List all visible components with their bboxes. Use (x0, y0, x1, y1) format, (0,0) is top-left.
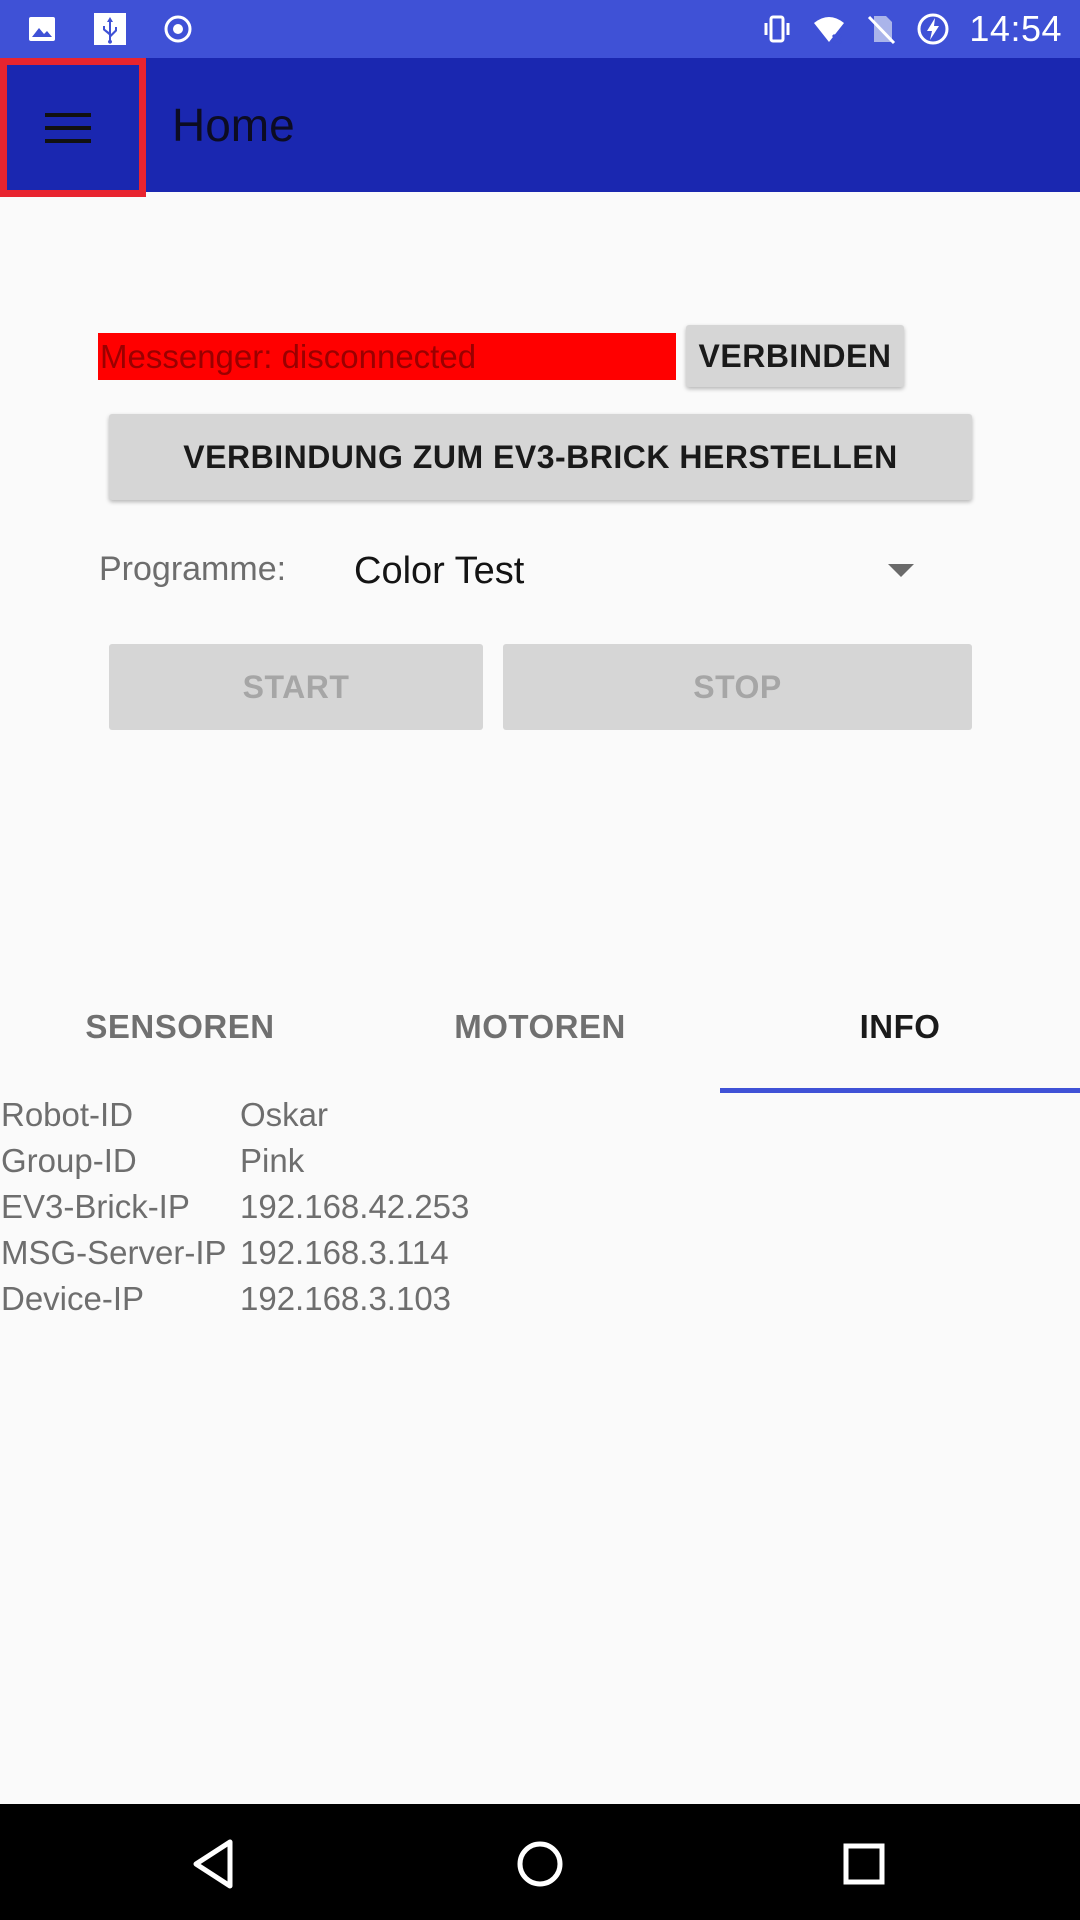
info-value: 192.168.3.114 (240, 1234, 449, 1271)
tab-info[interactable]: INFO (720, 975, 1080, 1095)
stop-button[interactable]: STOP (503, 644, 972, 730)
tab-motoren[interactable]: MOTOREN (360, 975, 720, 1095)
info-key: Group-ID (1, 1142, 137, 1179)
info-key: MSG-Server-IP (1, 1234, 227, 1271)
wifi-icon (814, 17, 845, 45)
back-icon (193, 1839, 233, 1889)
dropdown-arrow-icon (888, 564, 914, 577)
info-value: 192.168.42.253 (240, 1188, 470, 1225)
info-row-group-id: Group-ID Pink (0, 1140, 1080, 1186)
page-title: Home (172, 99, 295, 151)
program-selected-value: Color Test (354, 550, 525, 592)
connect-button[interactable]: VERBINDEN (686, 325, 904, 387)
info-value: 192.168.3.103 (240, 1280, 452, 1317)
info-row-ev3-brick-ip: EV3-Brick-IP 192.168.42.253 (0, 1186, 1080, 1232)
image-icon (29, 17, 55, 41)
ev3-connect-button[interactable]: VERBINDUNG ZUM EV3-BRICK HERSTELLEN (109, 414, 972, 500)
tab-sensoren[interactable]: SENSOREN (0, 975, 360, 1095)
battery-charging-icon (917, 13, 949, 45)
tab-bar: SENSOREN MOTOREN INFO (0, 975, 1080, 1095)
info-row-device-ip: Device-IP 192.168.3.103 (0, 1278, 1080, 1324)
info-table: Robot-ID Oskar Group-ID Pink EV3-Brick-I… (0, 1094, 1080, 1324)
info-row-msg-server-ip: MSG-Server-IP 192.168.3.114 (0, 1232, 1080, 1278)
menu-button[interactable] (0, 58, 146, 197)
info-key: Robot-ID (1, 1096, 134, 1133)
screen: 14:54 Home Messenger: disconnected VERBI… (0, 0, 1080, 1920)
recents-button[interactable] (834, 1834, 894, 1894)
home-button[interactable] (510, 1834, 570, 1894)
info-value: Pink (240, 1142, 305, 1179)
program-label: Programme: (99, 550, 287, 588)
status-bar: 14:54 (0, 0, 1080, 58)
recents-icon (843, 1843, 885, 1885)
info-key: Device-IP (1, 1280, 145, 1317)
app-bar: Home (0, 58, 1080, 197)
program-dropdown[interactable]: Color Test (352, 536, 924, 608)
tab-selected-indicator (720, 1088, 1080, 1093)
back-button[interactable] (186, 1834, 246, 1894)
info-row-robot-id: Robot-ID Oskar (0, 1094, 1080, 1140)
no-sim-icon (868, 15, 896, 45)
home-icon (517, 1841, 563, 1887)
info-value: Oskar (240, 1096, 329, 1133)
messenger-status-label: Messenger: disconnected (98, 333, 676, 380)
record-icon (164, 15, 192, 43)
info-key: EV3-Brick-IP (1, 1188, 190, 1225)
navigation-bar (0, 1804, 1080, 1920)
vibrate-icon (764, 15, 790, 43)
usb-icon (94, 13, 126, 45)
start-button[interactable]: START (109, 644, 483, 730)
hamburger-menu-icon (45, 112, 91, 143)
status-time: 14:54 (969, 8, 1062, 49)
